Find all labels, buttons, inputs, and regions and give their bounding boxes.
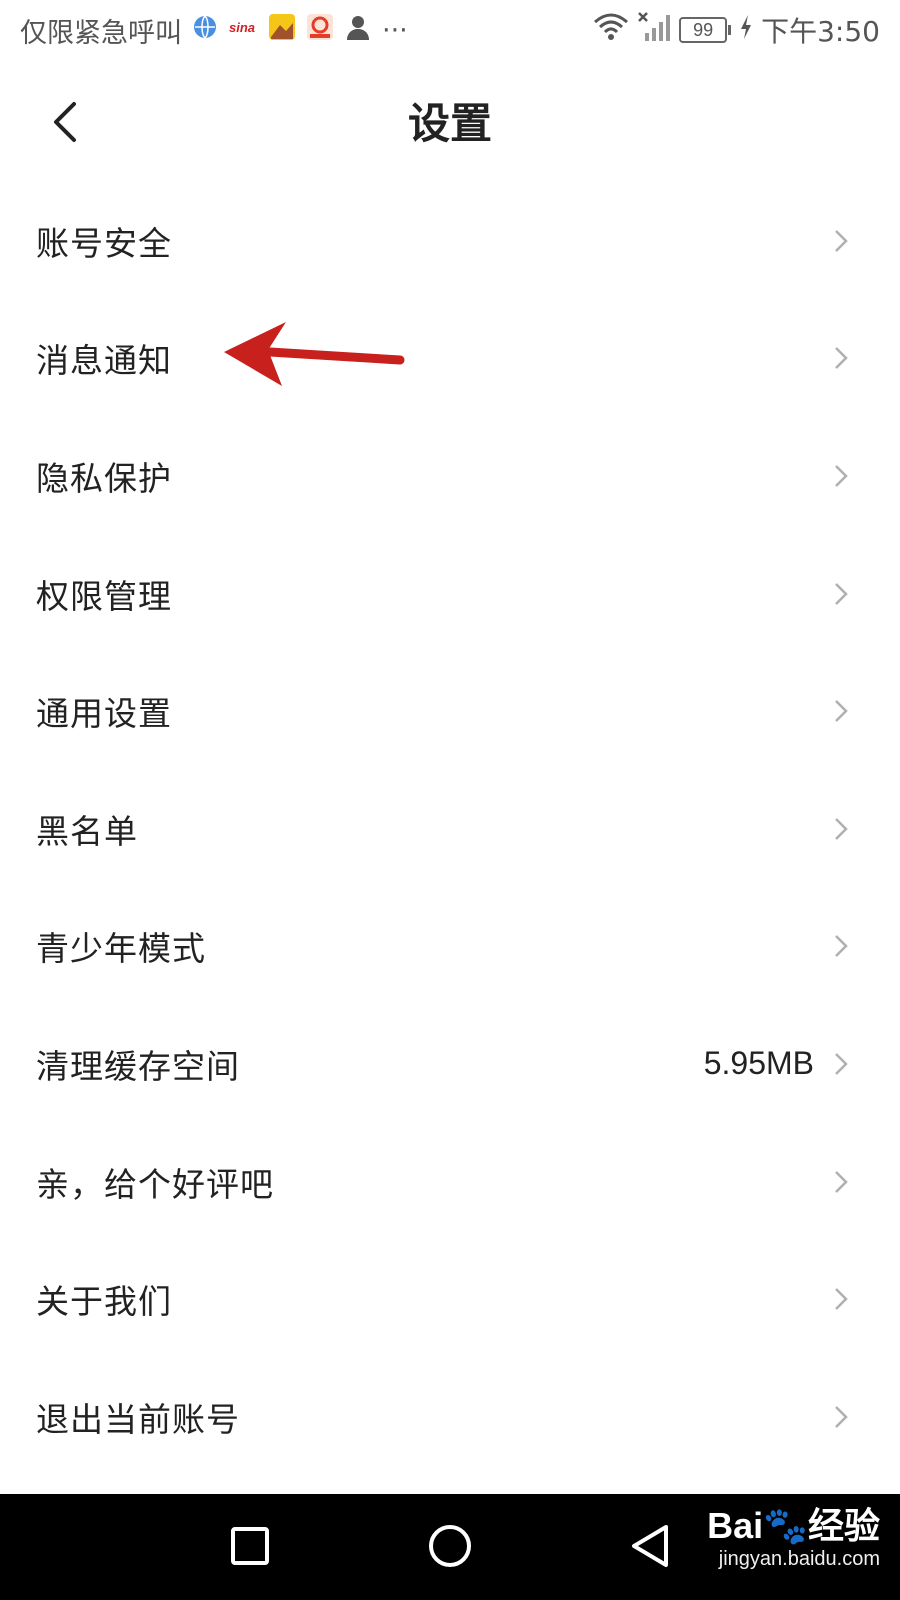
chevron-right-icon: [834, 462, 854, 490]
settings-item-rate-app[interactable]: 亲，给个好评吧: [0, 1123, 900, 1241]
back-nav-button[interactable]: [620, 1516, 680, 1576]
settings-item-label: 账号安全: [36, 223, 172, 263]
settings-item-blacklist[interactable]: 黑名单: [0, 770, 900, 888]
chevron-right-icon: [834, 815, 854, 843]
chevron-right-icon: [834, 1050, 854, 1078]
navigation-bar: Bai🐾经验 jingyan.baidu.com: [0, 1494, 900, 1600]
battery-level: 99: [679, 17, 728, 43]
settings-item-logout[interactable]: 退出当前账号: [0, 1358, 900, 1476]
settings-item-label: 亲，给个好评吧: [36, 1164, 274, 1204]
settings-item-label: 退出当前账号: [36, 1399, 240, 1439]
page-title: 设置: [407, 99, 492, 148]
recent-apps-button[interactable]: [220, 1516, 280, 1576]
annotation-arrow: [220, 318, 420, 398]
person-icon: [344, 13, 372, 48]
carrier-text: 仅限紧急呼叫: [20, 17, 182, 49]
circle-icon: [429, 1525, 471, 1567]
more-notifications-icon: ···: [382, 14, 408, 46]
chevron-right-icon: [834, 580, 854, 608]
chevron-right-icon: [834, 344, 854, 372]
settings-item-label: 通用设置: [36, 694, 172, 734]
baidu-jingyan-watermark: Bai🐾经验 jingyan.baidu.com: [707, 1506, 880, 1572]
settings-item-youth-mode[interactable]: 青少年模式: [0, 888, 900, 1006]
home-button[interactable]: [420, 1516, 480, 1576]
status-bar-right: 99 下午3:50: [585, 10, 880, 50]
chevron-right-icon: [834, 1403, 854, 1431]
settings-item-about-us[interactable]: 关于我们: [0, 1240, 900, 1358]
settings-item-label: 隐私保护: [36, 458, 172, 498]
wifi-icon: [593, 12, 629, 49]
settings-list: 账号安全 消息通知 隐私保护 权限管理 通用设置 黑名单 青少年模式 清理缓存空…: [0, 182, 900, 1476]
settings-item-label: 清理缓存空间: [36, 1046, 240, 1086]
chevron-right-icon: [834, 697, 854, 725]
watermark-logo: Bai🐾经验: [707, 1505, 880, 1546]
battery-tip: [728, 25, 732, 35]
netease-icon: [306, 13, 334, 48]
sina-icon: sina: [228, 14, 258, 47]
settings-item-label: 权限管理: [36, 576, 172, 616]
app-header: 设置: [0, 62, 900, 182]
no-signal-icon: [637, 11, 671, 50]
settings-item-label: 关于我们: [36, 1282, 172, 1322]
cache-size-value: 5.95MB: [703, 1045, 814, 1082]
settings-item-permissions[interactable]: 权限管理: [0, 535, 900, 653]
svg-text:sina: sina: [229, 20, 255, 35]
browser-icon: [192, 14, 218, 47]
watermark-url: jingyan.baidu.com: [718, 1548, 880, 1570]
settings-item-label: 青少年模式: [36, 929, 206, 969]
settings-item-notifications[interactable]: 消息通知: [0, 300, 900, 418]
status-bar-left: 仅限紧急呼叫 sina ···: [20, 10, 408, 50]
triangle-back-icon: [632, 1525, 668, 1567]
sohu-news-icon: [268, 13, 296, 48]
settings-item-label: 黑名单: [36, 811, 138, 851]
chevron-right-icon: [834, 227, 854, 255]
settings-item-privacy[interactable]: 隐私保护: [0, 417, 900, 535]
charging-icon: [739, 14, 753, 47]
battery-indicator: 99: [679, 17, 732, 43]
chevron-right-icon: [834, 1285, 854, 1313]
settings-item-label: 消息通知: [36, 341, 172, 381]
settings-item-account-security[interactable]: 账号安全: [0, 182, 900, 300]
status-time: 下午3:50: [761, 15, 880, 48]
chevron-right-icon: [834, 932, 854, 960]
chevron-right-icon: [834, 1168, 854, 1196]
settings-item-general[interactable]: 通用设置: [0, 652, 900, 770]
status-bar: 仅限紧急呼叫 sina ··· 99 下午3:50: [0, 0, 900, 62]
square-icon: [231, 1527, 269, 1565]
settings-item-clear-cache[interactable]: 清理缓存空间 5.95MB: [0, 1005, 900, 1123]
